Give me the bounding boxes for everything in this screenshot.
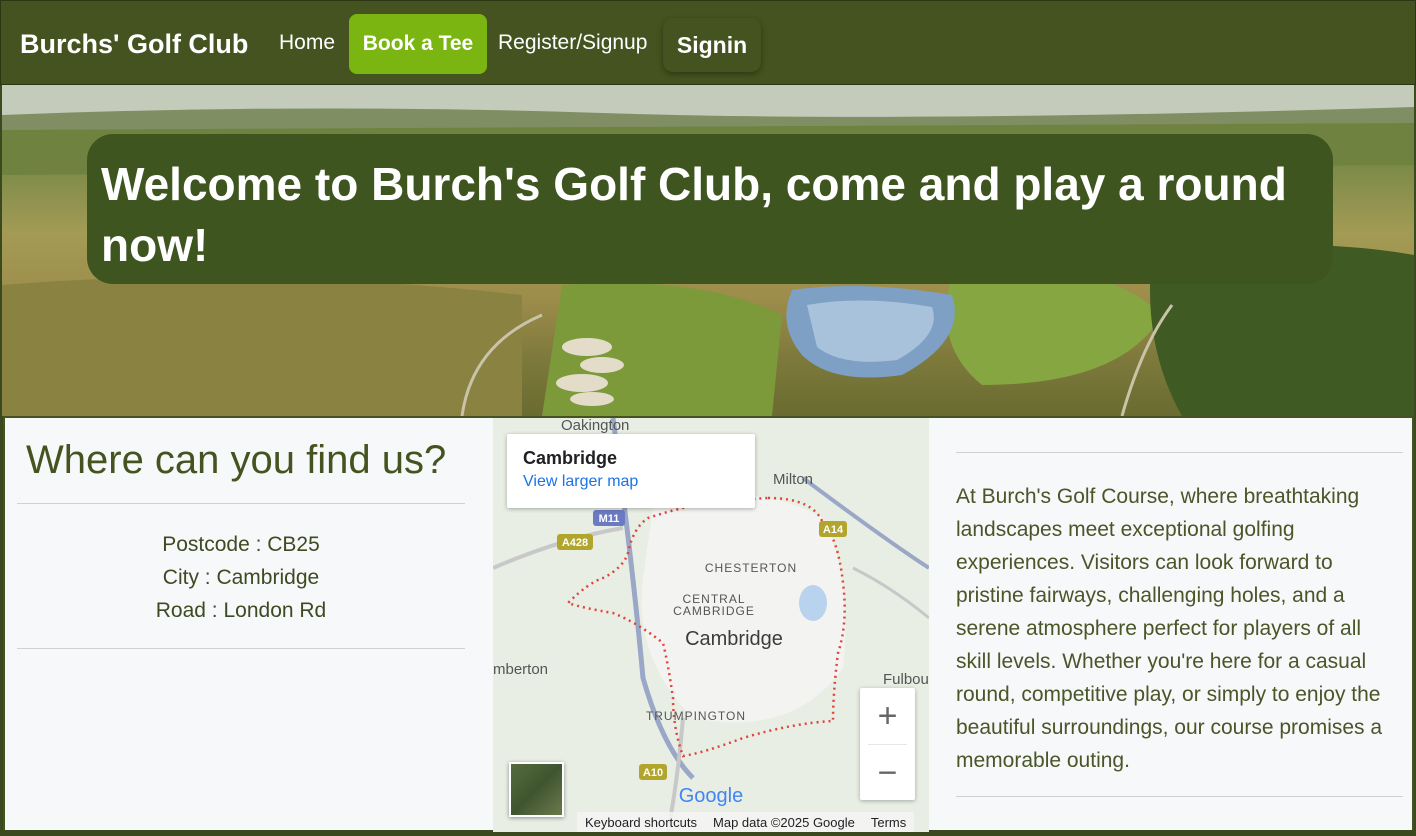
map-data-text: Map data ©2025 Google bbox=[713, 814, 855, 830]
content-section: Where can you find us? Postcode : CB25 C… bbox=[3, 416, 1414, 832]
divider bbox=[956, 796, 1403, 797]
brand-logo[interactable]: Burchs' Golf Club bbox=[20, 29, 248, 60]
map-label-oakington: Oakington bbox=[561, 418, 629, 434]
hero-section: Welcome to Burch's Golf Club, come and p… bbox=[2, 85, 1414, 416]
location-panel: Where can you find us? Postcode : CB25 C… bbox=[5, 418, 491, 832]
divider bbox=[17, 648, 465, 649]
nav-register-link[interactable]: Register/Signup bbox=[498, 31, 647, 55]
nav-home-link[interactable]: Home bbox=[279, 31, 335, 55]
google-map[interactable]: M11 A428 A14 A10 Oakington Milton CHESTE… bbox=[493, 418, 929, 832]
location-title: Where can you find us? bbox=[26, 438, 447, 482]
navbar: Burchs' Golf Club Home Book a Tee Regist… bbox=[0, 0, 1416, 85]
google-logo: Google bbox=[679, 785, 744, 807]
map-info-card: Cambridge View larger map bbox=[507, 434, 755, 508]
divider bbox=[17, 503, 465, 504]
map-label-cambridge-district: CAMBRIDGE bbox=[673, 604, 755, 618]
zoom-out-button[interactable]: − bbox=[860, 745, 915, 801]
zoom-in-button[interactable]: + bbox=[860, 688, 915, 744]
map-label-trumpington: TRUMPINGTON bbox=[646, 709, 746, 723]
terms-link[interactable]: Terms bbox=[863, 815, 914, 830]
about-panel: At Burch's Golf Course, where breathtaki… bbox=[931, 418, 1414, 832]
map-footer: Keyboard shortcuts Map data ©2025 Google… bbox=[577, 812, 915, 832]
divider bbox=[956, 452, 1403, 453]
view-larger-map-link[interactable]: View larger map bbox=[523, 473, 739, 491]
road-label-m11: M11 bbox=[599, 513, 620, 525]
road-label-a14: A14 bbox=[823, 524, 844, 536]
map-label-barton: mberton bbox=[493, 661, 548, 678]
road-label-a428: A428 bbox=[562, 537, 588, 549]
city-text: City : Cambridge bbox=[162, 566, 320, 589]
hero-banner: Welcome to Burch's Golf Club, come and p… bbox=[87, 134, 1333, 284]
road-label-a10: A10 bbox=[643, 767, 663, 779]
map-card-title: Cambridge bbox=[523, 448, 618, 468]
map-zoom-control: + − bbox=[860, 688, 915, 800]
book-a-tee-button[interactable]: Book a Tee bbox=[349, 14, 487, 74]
map-label-milton: Milton bbox=[773, 471, 813, 488]
map-label-cambridge: Cambridge bbox=[685, 628, 783, 650]
postcode-text: Postcode : CB25 bbox=[162, 533, 320, 556]
road-text: Road : London Rd bbox=[155, 599, 327, 622]
map-label-fulbourn: Fulbou bbox=[883, 671, 929, 688]
keyboard-shortcuts-link[interactable]: Keyboard shortcuts bbox=[577, 815, 705, 830]
hero-title: Welcome to Burch's Golf Club, come and p… bbox=[101, 158, 1287, 271]
map-label-chesterton: CHESTERTON bbox=[705, 561, 797, 575]
satellite-toggle[interactable] bbox=[509, 762, 564, 817]
about-text: At Burch's Golf Course, where breathtaki… bbox=[956, 485, 1383, 772]
signin-button[interactable]: Signin bbox=[663, 18, 761, 72]
